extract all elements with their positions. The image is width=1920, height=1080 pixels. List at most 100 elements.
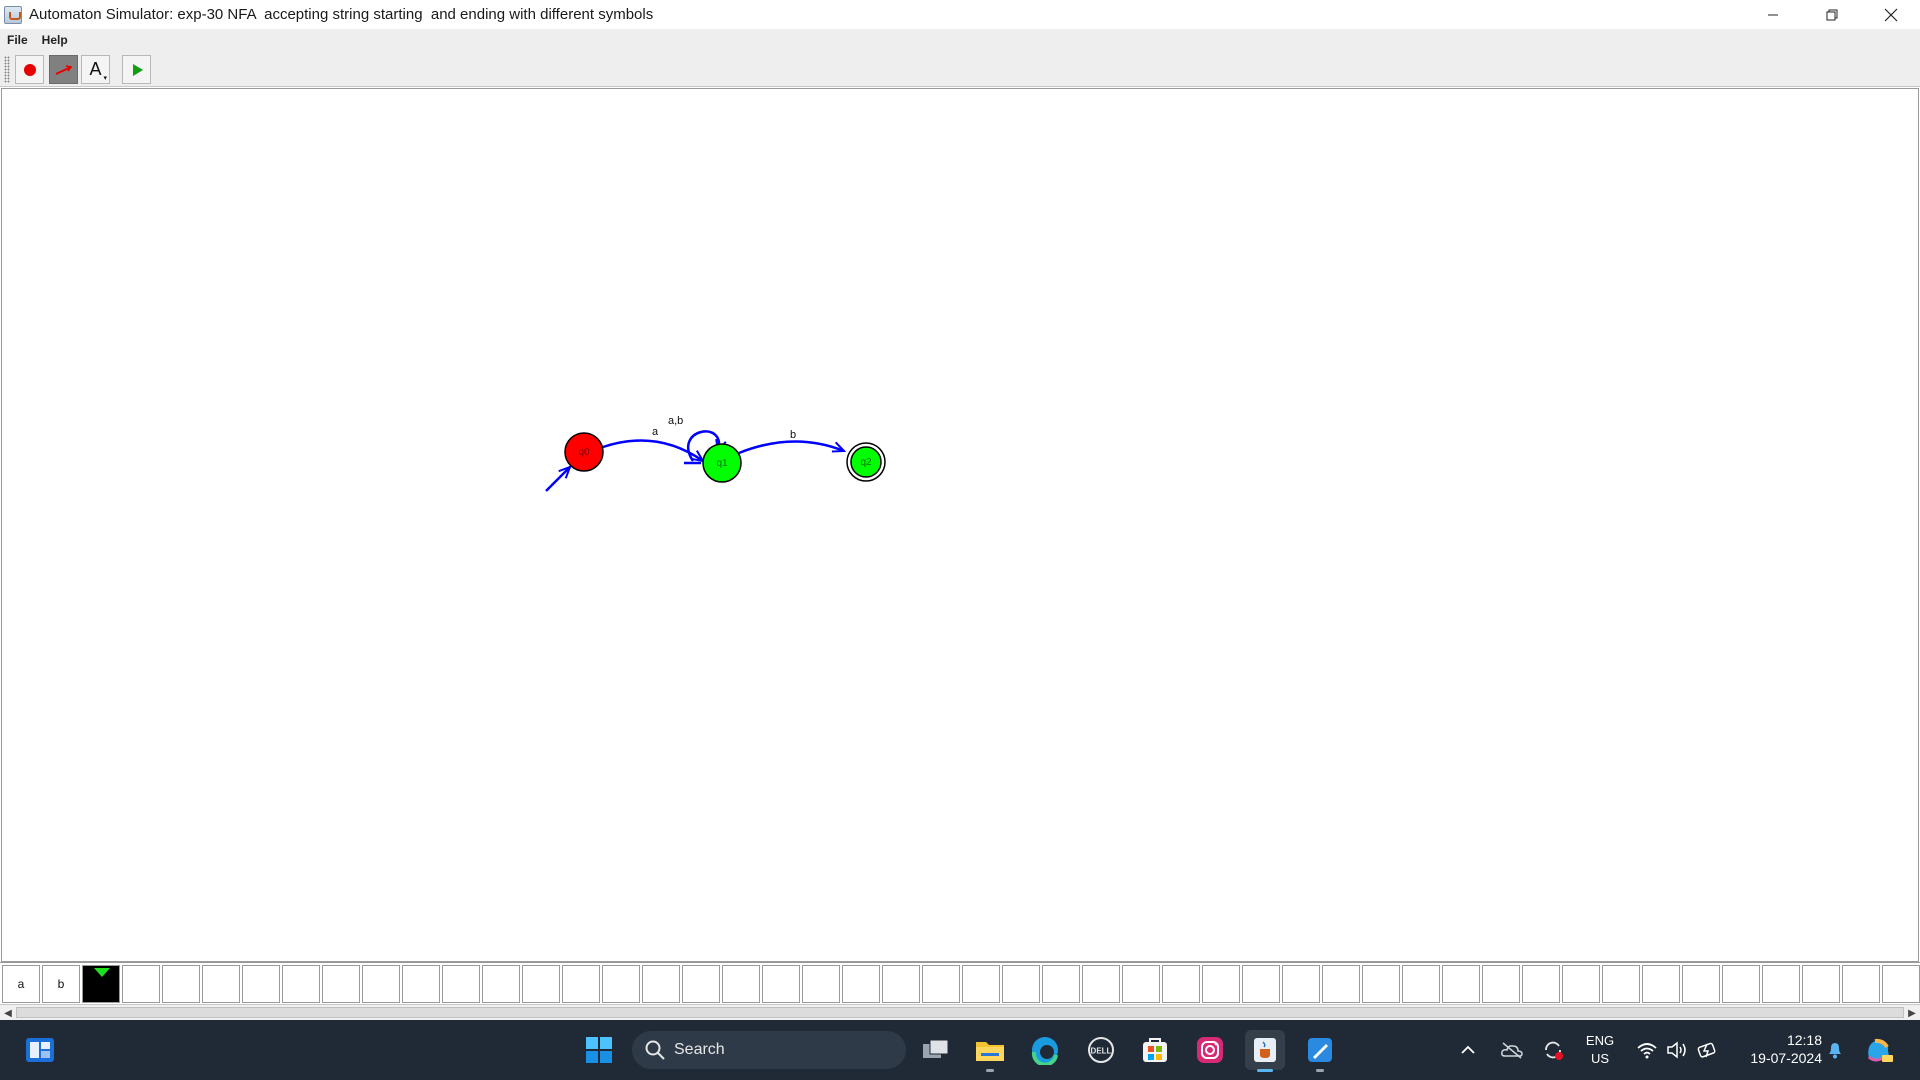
tape-cell[interactable] <box>362 965 400 1003</box>
tape-cell[interactable] <box>402 965 440 1003</box>
tape-cell[interactable] <box>1562 965 1600 1003</box>
tape-cell[interactable] <box>1402 965 1440 1003</box>
tape-cell[interactable] <box>1082 965 1120 1003</box>
scroll-thumb[interactable] <box>16 1007 1904 1018</box>
tape-cell[interactable] <box>1762 965 1800 1003</box>
edge-browser-icon[interactable] <box>1025 1030 1065 1070</box>
menu-help[interactable]: Help <box>35 29 75 51</box>
tape-cell[interactable] <box>162 965 200 1003</box>
state-label-q1: q1 <box>716 458 728 469</box>
copilot-icon[interactable] <box>1860 1030 1896 1070</box>
tape-cell[interactable] <box>1802 965 1840 1003</box>
tape-cell[interactable] <box>442 965 480 1003</box>
tape-cell[interactable] <box>1682 965 1720 1003</box>
chevron-up-icon[interactable] <box>1453 1030 1483 1070</box>
tape-cell[interactable] <box>1442 965 1480 1003</box>
volume-icon[interactable] <box>1662 1030 1692 1070</box>
sync-alert-icon[interactable] <box>1538 1030 1568 1070</box>
file-explorer-icon[interactable] <box>970 1030 1010 1072</box>
restore-button[interactable] <box>1802 0 1861 29</box>
transition-label-q1-q2[interactable]: b <box>790 429 796 441</box>
red-circle-icon <box>23 63 36 76</box>
automaton-canvas[interactable]: a a,b b q0 q1 q2 <box>1 88 1919 962</box>
paint-app-icon[interactable] <box>1300 1030 1340 1072</box>
tape-cell[interactable] <box>122 965 160 1003</box>
transition-tool-button[interactable] <box>49 55 78 84</box>
transition-label-q1-loop[interactable]: a,b <box>668 415 683 427</box>
taskbar-search[interactable]: Search <box>632 1031 906 1069</box>
tape-cell[interactable] <box>962 965 1000 1003</box>
wifi-icon[interactable] <box>1632 1030 1662 1070</box>
clock[interactable]: 12:18 19-07-2024 <box>1730 1031 1822 1067</box>
tape-cell[interactable] <box>322 965 360 1003</box>
tape-cell[interactable] <box>1522 965 1560 1003</box>
tape-cell[interactable] <box>1322 965 1360 1003</box>
tape-cell[interactable] <box>562 965 600 1003</box>
state-tool-button[interactable] <box>15 55 44 84</box>
tape-cell[interactable] <box>1162 965 1200 1003</box>
toolbar-grip[interactable] <box>4 56 10 83</box>
tape-cell[interactable] <box>1882 965 1920 1003</box>
input-tape[interactable]: ab <box>0 962 1920 1004</box>
transition-q1-q2[interactable] <box>738 440 844 455</box>
tape-cell[interactable] <box>1282 965 1320 1003</box>
tape-cell[interactable] <box>522 965 560 1003</box>
dell-icon[interactable]: DELL <box>1081 1030 1121 1070</box>
tape-cell[interactable] <box>722 965 760 1003</box>
tape-cell[interactable] <box>1482 965 1520 1003</box>
transition-arrow-icon <box>55 64 72 75</box>
tape-cell[interactable] <box>1602 965 1640 1003</box>
automaton-diagram[interactable]: a a,b b q0 q1 q2 <box>2 89 1918 961</box>
battery-charging-icon[interactable] <box>1692 1030 1722 1070</box>
minimize-button[interactable] <box>1743 0 1802 29</box>
start-button[interactable] <box>579 1030 619 1070</box>
text-A-icon: A <box>89 59 102 79</box>
tape-cell[interactable] <box>1042 965 1080 1003</box>
state-q0[interactable]: q0 <box>564 432 604 472</box>
tape-cell[interactable] <box>1002 965 1040 1003</box>
tape-cell[interactable] <box>202 965 240 1003</box>
tape-cell[interactable] <box>242 965 280 1003</box>
transition-label-q0-q1[interactable]: a <box>652 426 659 438</box>
tape-cell[interactable]: b <box>42 965 80 1003</box>
tape-cell[interactable] <box>882 965 920 1003</box>
close-button[interactable] <box>1861 0 1920 29</box>
instagram-icon[interactable] <box>1190 1030 1230 1070</box>
tape-cell[interactable] <box>482 965 520 1003</box>
run-tool-button[interactable] <box>122 55 151 84</box>
state-q1[interactable]: q1 <box>702 443 742 483</box>
tape-head-cell[interactable] <box>82 965 120 1003</box>
tape-cell[interactable]: a <box>2 965 40 1003</box>
tape-scrollbar[interactable]: ◀ ▶ <box>0 1004 1920 1020</box>
notification-bell-icon[interactable] <box>1822 1030 1848 1070</box>
menu-file[interactable]: File <box>0 29 35 51</box>
tape-cell[interactable] <box>1202 965 1240 1003</box>
close-icon <box>1884 8 1897 21</box>
tape-cell[interactable] <box>1722 965 1760 1003</box>
clock-date: 19-07-2024 <box>1750 1050 1822 1066</box>
tape-cell[interactable] <box>642 965 680 1003</box>
window-controls <box>1743 0 1920 29</box>
tape-cell[interactable] <box>282 965 320 1003</box>
tape-cell[interactable] <box>1362 965 1400 1003</box>
microsoft-store-icon[interactable] <box>1135 1030 1175 1070</box>
state-q2[interactable]: q2 <box>846 442 886 482</box>
tape-cell[interactable] <box>802 965 840 1003</box>
task-view-icon[interactable] <box>916 1030 956 1070</box>
scroll-right-arrow-icon[interactable]: ▶ <box>1905 1006 1919 1020</box>
tape-cell[interactable] <box>1642 965 1680 1003</box>
tape-cell[interactable] <box>842 965 880 1003</box>
text-tool-button[interactable]: A ▾ <box>81 55 110 84</box>
tape-cell[interactable] <box>922 965 960 1003</box>
tape-cell[interactable] <box>1842 965 1880 1003</box>
scroll-left-arrow-icon[interactable]: ◀ <box>1 1006 15 1020</box>
tape-cell[interactable] <box>1242 965 1280 1003</box>
language-indicator[interactable]: ENG US <box>1582 1032 1618 1068</box>
tape-cell[interactable] <box>762 965 800 1003</box>
tape-cell[interactable] <box>682 965 720 1003</box>
widgets-icon[interactable] <box>20 1030 60 1070</box>
tape-cell[interactable] <box>1122 965 1160 1003</box>
onedrive-offline-icon[interactable] <box>1497 1030 1527 1070</box>
tape-cell[interactable] <box>602 965 640 1003</box>
java-app-taskbar-icon[interactable] <box>1245 1030 1285 1072</box>
